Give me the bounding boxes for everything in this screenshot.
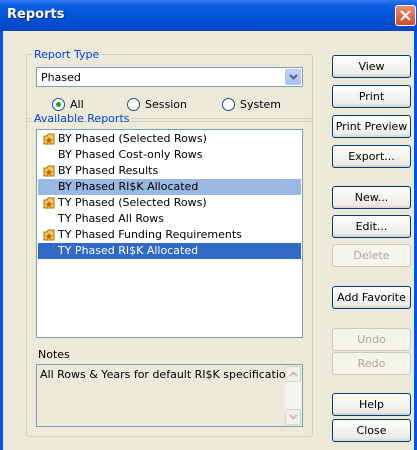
title-bar[interactable]: Reports: [0, 0, 417, 31]
window-title: Reports: [7, 7, 65, 22]
report-type-legend: Report Type: [34, 48, 100, 61]
list-item-label: BY Phased (Selected Rows): [58, 132, 207, 145]
radio-circle[interactable]: [127, 98, 140, 111]
chevron-down-icon: [289, 414, 298, 420]
list-item-label: BY Phased RI$K Allocated: [58, 180, 199, 193]
print-button[interactable]: Print: [332, 85, 411, 108]
radio-circle[interactable]: [52, 98, 65, 111]
notes-scrollbar[interactable]: [285, 366, 301, 425]
close-icon: [400, 10, 411, 21]
reports-window: Reports Report Type Phased All Session S…: [0, 0, 417, 450]
report-type-value: Phased: [41, 71, 81, 84]
dropdown-button[interactable]: [285, 69, 301, 85]
radio-dot: [56, 102, 61, 107]
reports-listbox[interactable]: BY Phased (Selected Rows) BY Phased Cost-…: [36, 129, 303, 338]
chevron-up-icon: [289, 371, 298, 377]
radio-system-label: System: [240, 98, 282, 111]
available-reports-legend: Available Reports: [34, 112, 130, 125]
list-item[interactable]: TY Phased All Rows: [38, 211, 301, 227]
notes-textarea[interactable]: All Rows & Years for default RI$K specif…: [36, 364, 303, 427]
list-item[interactable]: BY Phased Results: [38, 163, 301, 179]
list-item-label: BY Phased Results: [58, 164, 159, 177]
list-item[interactable]: TY Phased (Selected Rows): [38, 195, 301, 211]
list-item-label: TY Phased (Selected Rows): [58, 196, 207, 209]
favorite-icon: [43, 133, 55, 145]
list-item-label: BY Phased Cost-only Rows: [58, 148, 203, 161]
help-button[interactable]: Help: [332, 393, 411, 416]
new-button[interactable]: New...: [332, 186, 411, 209]
close-window-button[interactable]: [395, 5, 416, 26]
favorite-icon: [43, 229, 55, 241]
list-item-label: TY Phased RI$K Allocated: [58, 244, 199, 257]
scroll-down-button[interactable]: [285, 409, 301, 425]
close-button[interactable]: Close: [332, 419, 411, 442]
list-item[interactable]: BY Phased (Selected Rows): [38, 131, 301, 147]
list-item-label: TY Phased Funding Requirements: [58, 228, 242, 241]
list-item-label: TY Phased All Rows: [58, 212, 164, 225]
radio-all-label: All: [70, 98, 84, 111]
view-button[interactable]: View: [332, 55, 411, 78]
list-item[interactable]: TY Phased Funding Requirements: [38, 227, 301, 243]
favorite-icon: [43, 165, 55, 177]
add-favorite-button[interactable]: Add Favorite: [332, 286, 411, 309]
print-preview-button[interactable]: Print Preview: [332, 115, 411, 138]
notes-text: All Rows & Years for default RI$K specif…: [40, 368, 299, 381]
undo-button[interactable]: Undo: [332, 328, 411, 351]
radio-session-label: Session: [145, 98, 187, 111]
notes-label: Notes: [38, 348, 70, 361]
redo-button[interactable]: Redo: [332, 352, 411, 375]
delete-button[interactable]: Delete: [332, 244, 411, 267]
edit-button[interactable]: Edit...: [332, 215, 411, 238]
chevron-down-icon: [289, 74, 298, 80]
list-item[interactable]: TY Phased RI$K Allocated: [38, 243, 301, 259]
list-item[interactable]: BY Phased RI$K Allocated: [38, 179, 301, 195]
radio-circle[interactable]: [222, 98, 235, 111]
report-type-select[interactable]: Phased: [36, 67, 303, 87]
list-item[interactable]: BY Phased Cost-only Rows: [38, 147, 301, 163]
export-button[interactable]: Export...: [332, 145, 411, 168]
scroll-up-button[interactable]: [285, 366, 301, 382]
favorite-icon: [43, 197, 55, 209]
